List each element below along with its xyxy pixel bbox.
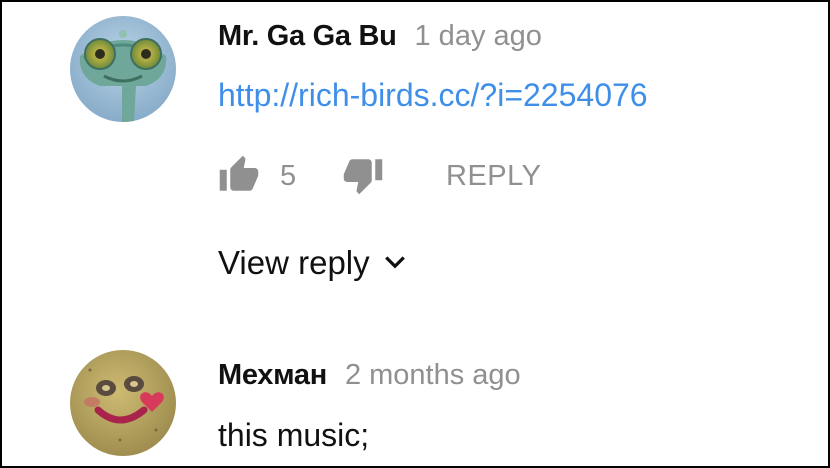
comments-panel: Mr. Ga Ga Bu 1 day ago http://rich-birds.… [0, 0, 830, 468]
avatar[interactable] [70, 350, 176, 456]
thumbs-up-icon [219, 155, 259, 191]
dislike-button[interactable] [342, 154, 384, 196]
comment-link[interactable]: http://rich-birds.cc/?i=2254076 [218, 77, 648, 113]
comment-timestamp[interactable]: 2 months ago [345, 359, 521, 391]
comment-timestamp[interactable]: 1 day ago [415, 20, 542, 52]
view-reply-label: View reply [218, 244, 370, 281]
comment-header: Mr. Ga Ga Bu 1 day ago [218, 19, 542, 53]
thumbs-down-icon [343, 159, 383, 195]
comment-text: this music; [218, 417, 370, 453]
avatar[interactable] [70, 16, 176, 122]
like-count: 5 [280, 160, 297, 192]
author-name[interactable]: Mr. Ga Ga Bu [218, 20, 397, 52]
chevron-down-icon [384, 256, 405, 269]
author-name[interactable]: Мехман [218, 359, 327, 391]
comment-text: http://rich-birds.cc/?i=2254076 [218, 76, 648, 114]
comment-header: Мехман 2 months ago [218, 358, 521, 392]
chameleon-avatar-icon [70, 16, 176, 122]
smiley-avatar-icon [70, 350, 176, 456]
like-button[interactable] [218, 154, 260, 196]
view-reply-toggle[interactable]: View reply [218, 242, 408, 284]
reply-button[interactable]: REPLY [446, 159, 541, 193]
